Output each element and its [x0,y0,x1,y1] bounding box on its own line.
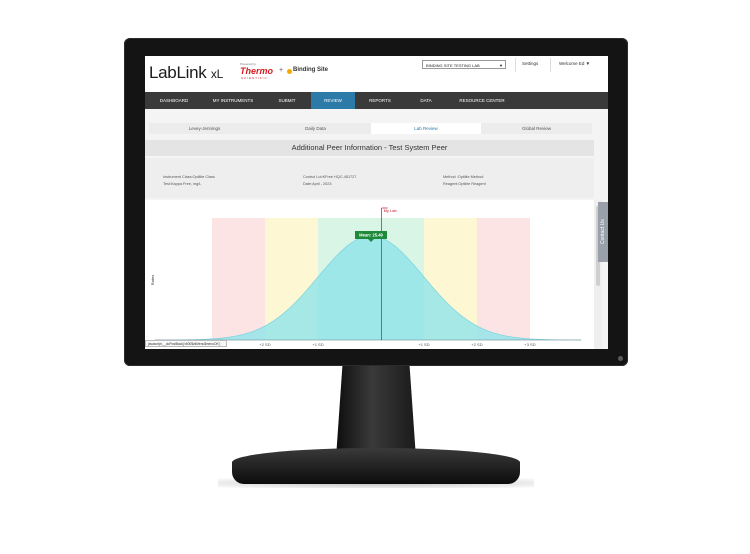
mean-label: Mean: 25.49 [359,233,383,238]
monitor-stand-base [232,448,520,484]
power-led-icon [618,356,623,361]
main-nav: DASHBOARD MY INSTRUMENTS SUBMIT REVIEW R… [145,92,608,109]
nav-data[interactable]: DATA [405,92,447,109]
monitor-screen: LabLink xL Powered by Thermo SCIENTIFIC … [145,56,608,349]
header-divider [550,58,551,72]
binding-site-logo: Binding Site [293,67,328,73]
peer-info: Instrument Class:Optilite Class Test:Kap… [145,158,594,198]
x-tick-label: +1 SD [312,342,323,347]
status-bar-url: javascript:__doPostBack('ctl00$ctlMenu$m… [145,340,227,347]
tab-daily-data[interactable]: Daily Data [260,123,371,134]
sd-band [212,218,265,340]
info-test: Test:Kappa Free, mg/L [163,182,202,186]
lab-select-dropdown[interactable]: BINDING SITE TESTING LAB ▼ [422,60,506,69]
header-divider [515,58,516,72]
x-tick-label: +2 SD [259,342,270,347]
sd-band [477,218,530,340]
app-header: LabLink xL Powered by Thermo SCIENTIFIC … [145,56,608,93]
distribution-svg: Rates +2 SD +1 SD +1 SD +2 SD +3 SD My Lab Mean… [150,207,582,347]
info-date: Date:April - 2023 [303,182,332,186]
info-method: Method :Optilite Method [443,175,484,179]
x-tick-label: +1 SD [418,342,429,347]
info-reagent: Reagent:Optilite Reagent [443,182,486,186]
x-tick-label: +2 SD [471,342,482,347]
monitor-stand-neck [336,366,416,458]
nav-my-instruments[interactable]: MY INSTRUMENTS [203,92,263,109]
nav-resource-center[interactable]: RESOURCE CENTER [447,92,517,109]
nav-reports[interactable]: REPORTS [355,92,405,109]
lab-select-value: BINDING SITE TESTING LAB [426,63,480,68]
thermo-logo: Thermo [240,66,274,76]
lablink-logo[interactable]: LabLink xL [149,63,223,83]
y-axis-label: Rates [150,275,155,285]
nav-submit[interactable]: SUBMIT [263,92,311,109]
logo-name: LabLink [149,63,207,82]
chevron-down-icon: ▼ [499,63,503,68]
tab-lab-review[interactable]: Lab Review [371,123,481,134]
binding-site-icon [287,69,292,74]
review-tabs: Levey-Jennings Daily Data Lab Review Glo… [149,123,592,134]
tab-levey-jennings[interactable]: Levey-Jennings [149,123,260,134]
peer-distribution-chart: Rates +2 SD +1 SD +1 SD +2 SD +3 SD My Lab Mean… [145,200,594,349]
logo-suffix: xL [210,67,223,81]
settings-link[interactable]: Settings [522,61,538,66]
nav-review[interactable]: REVIEW [311,92,355,109]
info-instrument-class: Instrument Class:Optilite Class [163,175,215,179]
panel-title: Additional Peer Information - Test Syste… [145,140,594,156]
x-tick-label: +3 SD [524,342,535,347]
my-lab-label: My Lab [384,208,398,213]
scientific-label: SCIENTIFIC [241,76,268,80]
tab-global-review[interactable]: Global Review [481,123,592,134]
user-menu[interactable]: Welcome Ed ▼ [559,61,590,66]
plus-sign: + [279,67,284,74]
info-control-lot: Control Lot:KFree HQC-451727 [303,175,357,179]
nav-dashboard[interactable]: DASHBOARD [145,92,203,109]
contact-us-label[interactable]: Contact Us [598,202,608,262]
